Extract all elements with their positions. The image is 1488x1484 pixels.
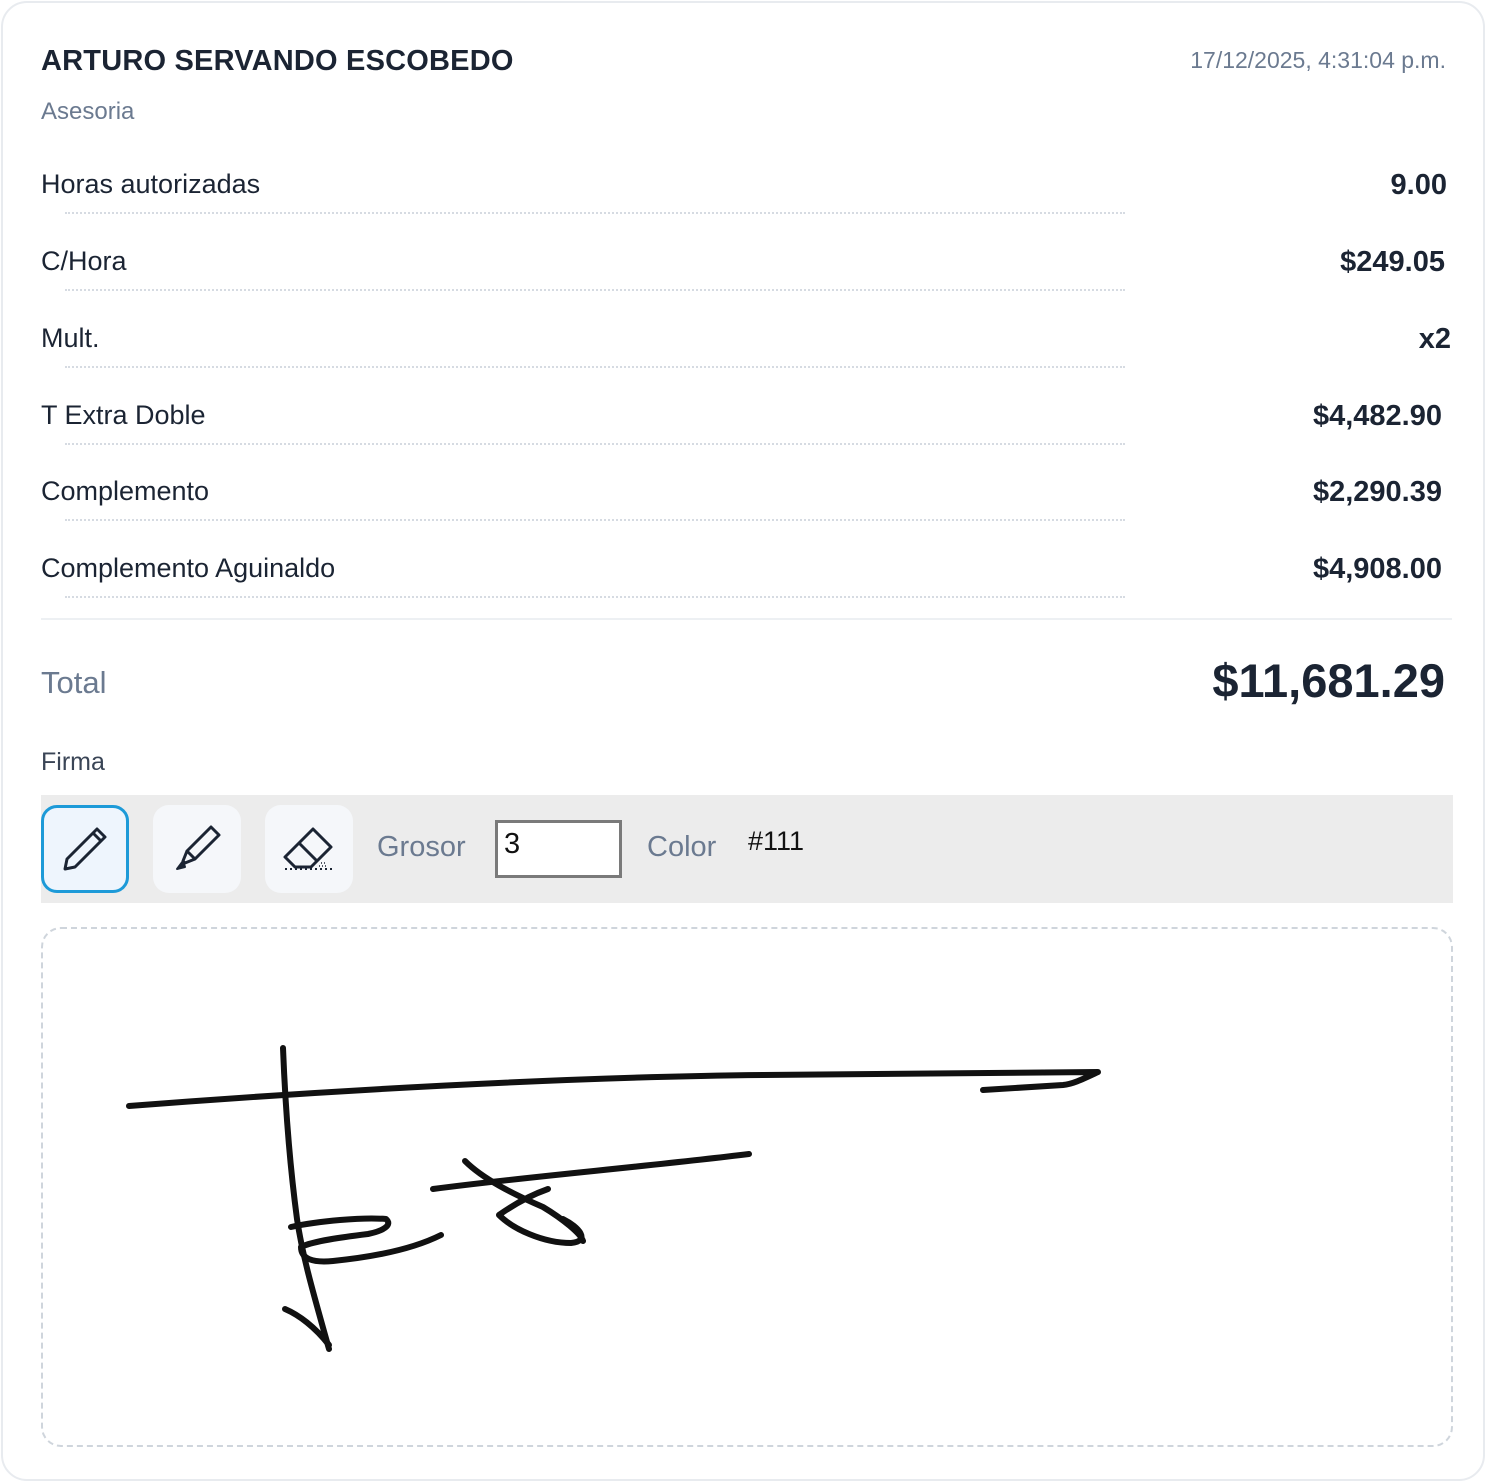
marker-icon: [176, 825, 221, 870]
line-item: Mult. x2: [41, 323, 1451, 373]
line-item-value: $249.05: [1340, 246, 1445, 278]
dotted-leader: [65, 596, 1125, 598]
line-item: Complemento $2,290.39: [41, 476, 1451, 526]
line-item-label: T Extra Doble: [41, 400, 206, 430]
line-item: T Extra Doble $4,482.90: [41, 400, 1451, 450]
line-item: C/Hora $249.05: [41, 246, 1451, 296]
line-item-value: $4,482.90: [1312, 400, 1442, 432]
signature-stroke: [126, 1069, 1101, 1109]
line-item-label: Horas autorizadas: [41, 169, 261, 199]
dotted-leader: [65, 366, 1125, 368]
dotted-leader: [65, 519, 1125, 521]
color-label: Color: [647, 831, 717, 863]
signature-label: Firma: [41, 748, 105, 776]
line-item-value: 9.00: [1390, 169, 1447, 201]
line-item-label: C/Hora: [41, 246, 127, 276]
line-item-label: Mult.: [41, 323, 100, 353]
signature-canvas[interactable]: [41, 927, 1453, 1447]
signature-stroke: [288, 1215, 444, 1265]
thickness-input[interactable]: [495, 820, 622, 878]
signature-toolbar: Grosor Color #111: [41, 795, 1453, 903]
line-item: Complemento Aguinaldo $4,908.00: [41, 553, 1451, 603]
line-item-value: x2: [1418, 323, 1451, 355]
dotted-leader: [65, 289, 1125, 291]
total-label: Total: [41, 665, 107, 700]
payment-card: ARTURO SERVANDO ESCOBEDO Asesoria 17/12/…: [1, 1, 1485, 1481]
line-item: Horas autorizadas 9.00: [41, 169, 1451, 219]
signature-stroke: [496, 1186, 585, 1246]
line-item-value: $4,908.00: [1312, 553, 1442, 585]
marker-tool-button[interactable]: [153, 805, 241, 893]
line-item-label: Complemento: [41, 476, 210, 506]
dotted-leader: [65, 443, 1125, 445]
employee-name: ARTURO SERVANDO ESCOBEDO: [41, 45, 514, 77]
dotted-leader: [65, 212, 1125, 214]
line-item-value: $2,290.39: [1312, 476, 1442, 508]
total-value: $11,681.29: [1212, 654, 1445, 707]
line-item-label: Complemento Aguinaldo: [41, 553, 336, 583]
pen-tool-button[interactable]: [41, 805, 129, 893]
pen-icon: [63, 827, 107, 871]
signature-drawing: [126, 1045, 1101, 1352]
eraser-tool-button[interactable]: [265, 805, 353, 893]
color-picker[interactable]: #111: [745, 813, 807, 875]
employee-role: Asesoria: [41, 98, 135, 125]
eraser-icon: [283, 827, 333, 870]
divider: [41, 618, 1452, 620]
thickness-label: Grosor: [377, 831, 466, 863]
timestamp: 17/12/2025, 4:31:04 p.m.: [1190, 47, 1446, 73]
